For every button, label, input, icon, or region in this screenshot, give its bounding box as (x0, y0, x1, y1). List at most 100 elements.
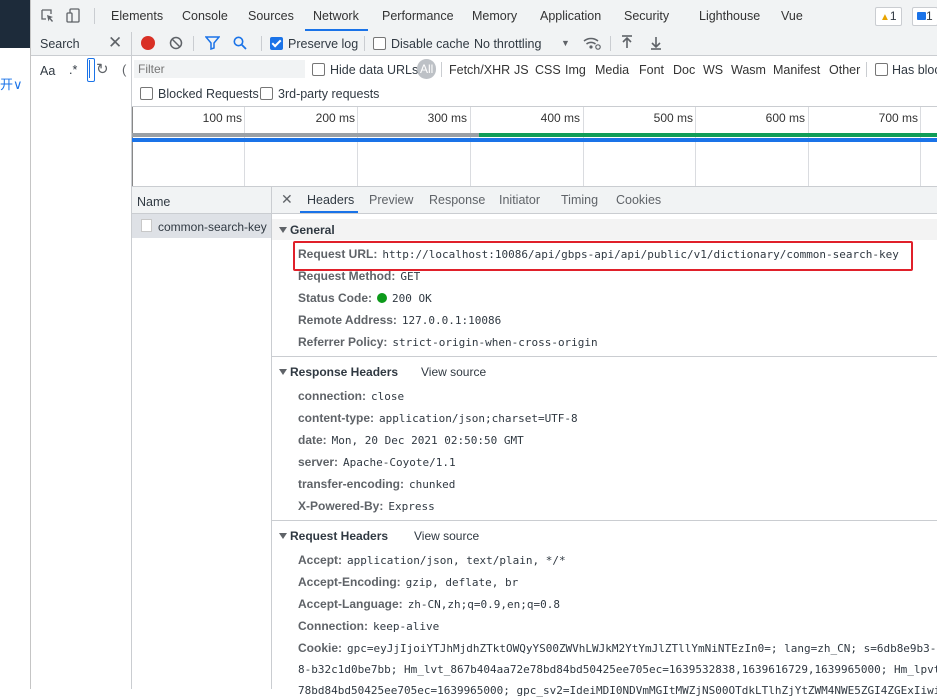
record-button[interactable] (141, 36, 155, 50)
search-regex-toggle[interactable]: .* (69, 63, 77, 77)
search-icon[interactable] (233, 36, 247, 53)
has-blocked-cookies-checkbox[interactable] (875, 63, 888, 76)
hide-data-urls-label: Hide data URLs (330, 63, 419, 77)
preserve-log-checkbox[interactable] (270, 37, 283, 50)
cookie-continuation: 8-b32c1d0be7bb; Hm_lvt_867b404aa72e78bd8… (298, 663, 937, 676)
filter-type-css[interactable]: CSS (535, 63, 561, 77)
general-section-title: General (290, 223, 335, 237)
request-header-cookie-row: Cookie: gpc=eyJjIjoiYTJhMjdhZTktOWQyYS00Z… (298, 641, 937, 655)
messages-badge[interactable]: 1 (912, 7, 937, 26)
tab-network[interactable]: Network (313, 9, 359, 23)
response-header-row: date: Mon, 20 Dec 2021 02:50:50 GMT (298, 433, 524, 447)
tab-console[interactable]: Console (182, 9, 228, 23)
general-row-status-code: Status Code: 200 OK (298, 291, 432, 305)
filter-type-media[interactable]: Media (595, 63, 629, 77)
header-value: zh-CN,zh;q=0.9,en;q=0.8 (407, 598, 561, 611)
throttling-chevron-down-icon[interactable]: ▼ (561, 38, 570, 48)
expand-triangle-icon (279, 227, 287, 233)
filter-type-img[interactable]: Img (565, 63, 586, 77)
detail-tab-initiator[interactable]: Initiator (499, 193, 540, 207)
timeline-bar-gray (132, 133, 479, 137)
timeline-gridline (920, 107, 921, 186)
filter-type-other[interactable]: Other (829, 63, 860, 77)
tab-vue[interactable]: Vue (781, 9, 803, 23)
detail-tab-cookies[interactable]: Cookies (616, 193, 661, 207)
filter-type-ws[interactable]: WS (703, 63, 723, 77)
timeline-tick-label: 100 ms (202, 111, 242, 125)
detail-tab-headers[interactable]: Headers (307, 193, 354, 207)
filter-type-wasm[interactable]: Wasm (731, 63, 766, 77)
filter-type-manifest[interactable]: Manifest (773, 63, 820, 77)
export-har-icon[interactable] (650, 35, 662, 53)
tab-memory[interactable]: Memory (472, 9, 517, 23)
response-headers-section-header[interactable]: Response Headers (279, 365, 398, 379)
timeline-gridline (695, 107, 696, 186)
tab-elements[interactable]: Elements (111, 9, 163, 23)
search-refresh-icon[interactable]: ↻ (96, 60, 109, 78)
filter-types-separator-2 (866, 62, 867, 77)
filter-type-doc[interactable]: Doc (673, 63, 695, 77)
header-key: server: (298, 455, 339, 469)
search-match-case-toggle[interactable]: Aa (40, 64, 55, 78)
header-value: keep-alive (373, 620, 440, 633)
request-headers-section-header[interactable]: Request Headers (279, 529, 388, 543)
toolbar-separator-2 (261, 36, 262, 51)
detail-tab-timing[interactable]: Timing (561, 193, 598, 207)
timeline-gridline (470, 107, 471, 186)
search-clear-icon[interactable]: ( (122, 62, 126, 77)
filter-type-js[interactable]: JS (514, 63, 529, 77)
close-detail-icon[interactable]: ✕ (281, 191, 293, 208)
filter-type-font[interactable]: Font (639, 63, 664, 77)
warnings-badge[interactable]: ▲1 (875, 7, 902, 26)
general-row-request-method: Request Method: GET (298, 269, 420, 283)
header-value: close (371, 390, 405, 403)
header-key: transfer-encoding: (298, 477, 405, 491)
search-panel-title: Search (40, 37, 80, 51)
device-toolbar-icon[interactable] (66, 8, 80, 26)
response-header-row: X-Powered-By: Express (298, 499, 435, 513)
header-key: date: (298, 433, 327, 447)
page-left-strip: 开∨ (0, 0, 30, 689)
timeline-tick-label: 300 ms (427, 111, 467, 125)
header-key: X-Powered-By: (298, 499, 384, 513)
inspect-element-icon[interactable] (41, 9, 55, 26)
general-section-header[interactable]: General (279, 223, 335, 237)
tab-performance[interactable]: Performance (382, 9, 454, 23)
general-section-header-bg (272, 219, 937, 240)
response-view-source-link[interactable]: View source (421, 365, 486, 379)
search-close-icon[interactable]: ✕ (108, 33, 122, 53)
timeline-gridline (244, 107, 245, 186)
tab-sources[interactable]: Sources (248, 9, 294, 23)
tab-lighthouse[interactable]: Lighthouse (699, 9, 760, 23)
third-party-requests-checkbox[interactable] (260, 87, 273, 100)
blocked-requests-checkbox[interactable] (140, 87, 153, 100)
header-key: Connection: (298, 619, 368, 633)
network-conditions-wifi-icon[interactable] (583, 35, 601, 54)
request-view-source-link[interactable]: View source (414, 529, 479, 543)
tab-network-active-underline (305, 29, 368, 31)
filter-input[interactable] (134, 60, 305, 78)
header-key: Referrer Policy: (298, 335, 388, 349)
clear-icon[interactable] (169, 36, 183, 53)
page-menu-glyph[interactable]: 开∨ (0, 74, 23, 93)
import-har-icon[interactable] (621, 35, 633, 53)
filter-funnel-icon[interactable] (204, 36, 221, 53)
tab-bar-separator (94, 8, 95, 24)
request-header-row: Connection: keep-alive (298, 619, 439, 633)
detail-tab-response[interactable]: Response (429, 193, 485, 207)
tab-application[interactable]: Application (540, 9, 601, 23)
disable-cache-checkbox[interactable] (373, 37, 386, 50)
header-value: GET (400, 270, 421, 283)
hide-data-urls-checkbox[interactable] (312, 63, 325, 76)
filter-type-fetch-xhr[interactable]: Fetch/XHR (449, 63, 510, 77)
throttling-select[interactable]: No throttling (474, 37, 541, 51)
header-key: Accept-Language: (298, 597, 403, 611)
toolbar-separator-4 (610, 36, 611, 51)
header-key: Accept: (298, 553, 343, 567)
request-name[interactable]: common-search-key (158, 220, 267, 234)
tab-security[interactable]: Security (624, 9, 669, 23)
request-list-name-header[interactable]: Name (137, 195, 170, 209)
detail-tab-preview[interactable]: Preview (369, 193, 413, 207)
header-value: 127.0.0.1:10086 (401, 314, 502, 327)
timeline-bar-blue (132, 138, 937, 142)
